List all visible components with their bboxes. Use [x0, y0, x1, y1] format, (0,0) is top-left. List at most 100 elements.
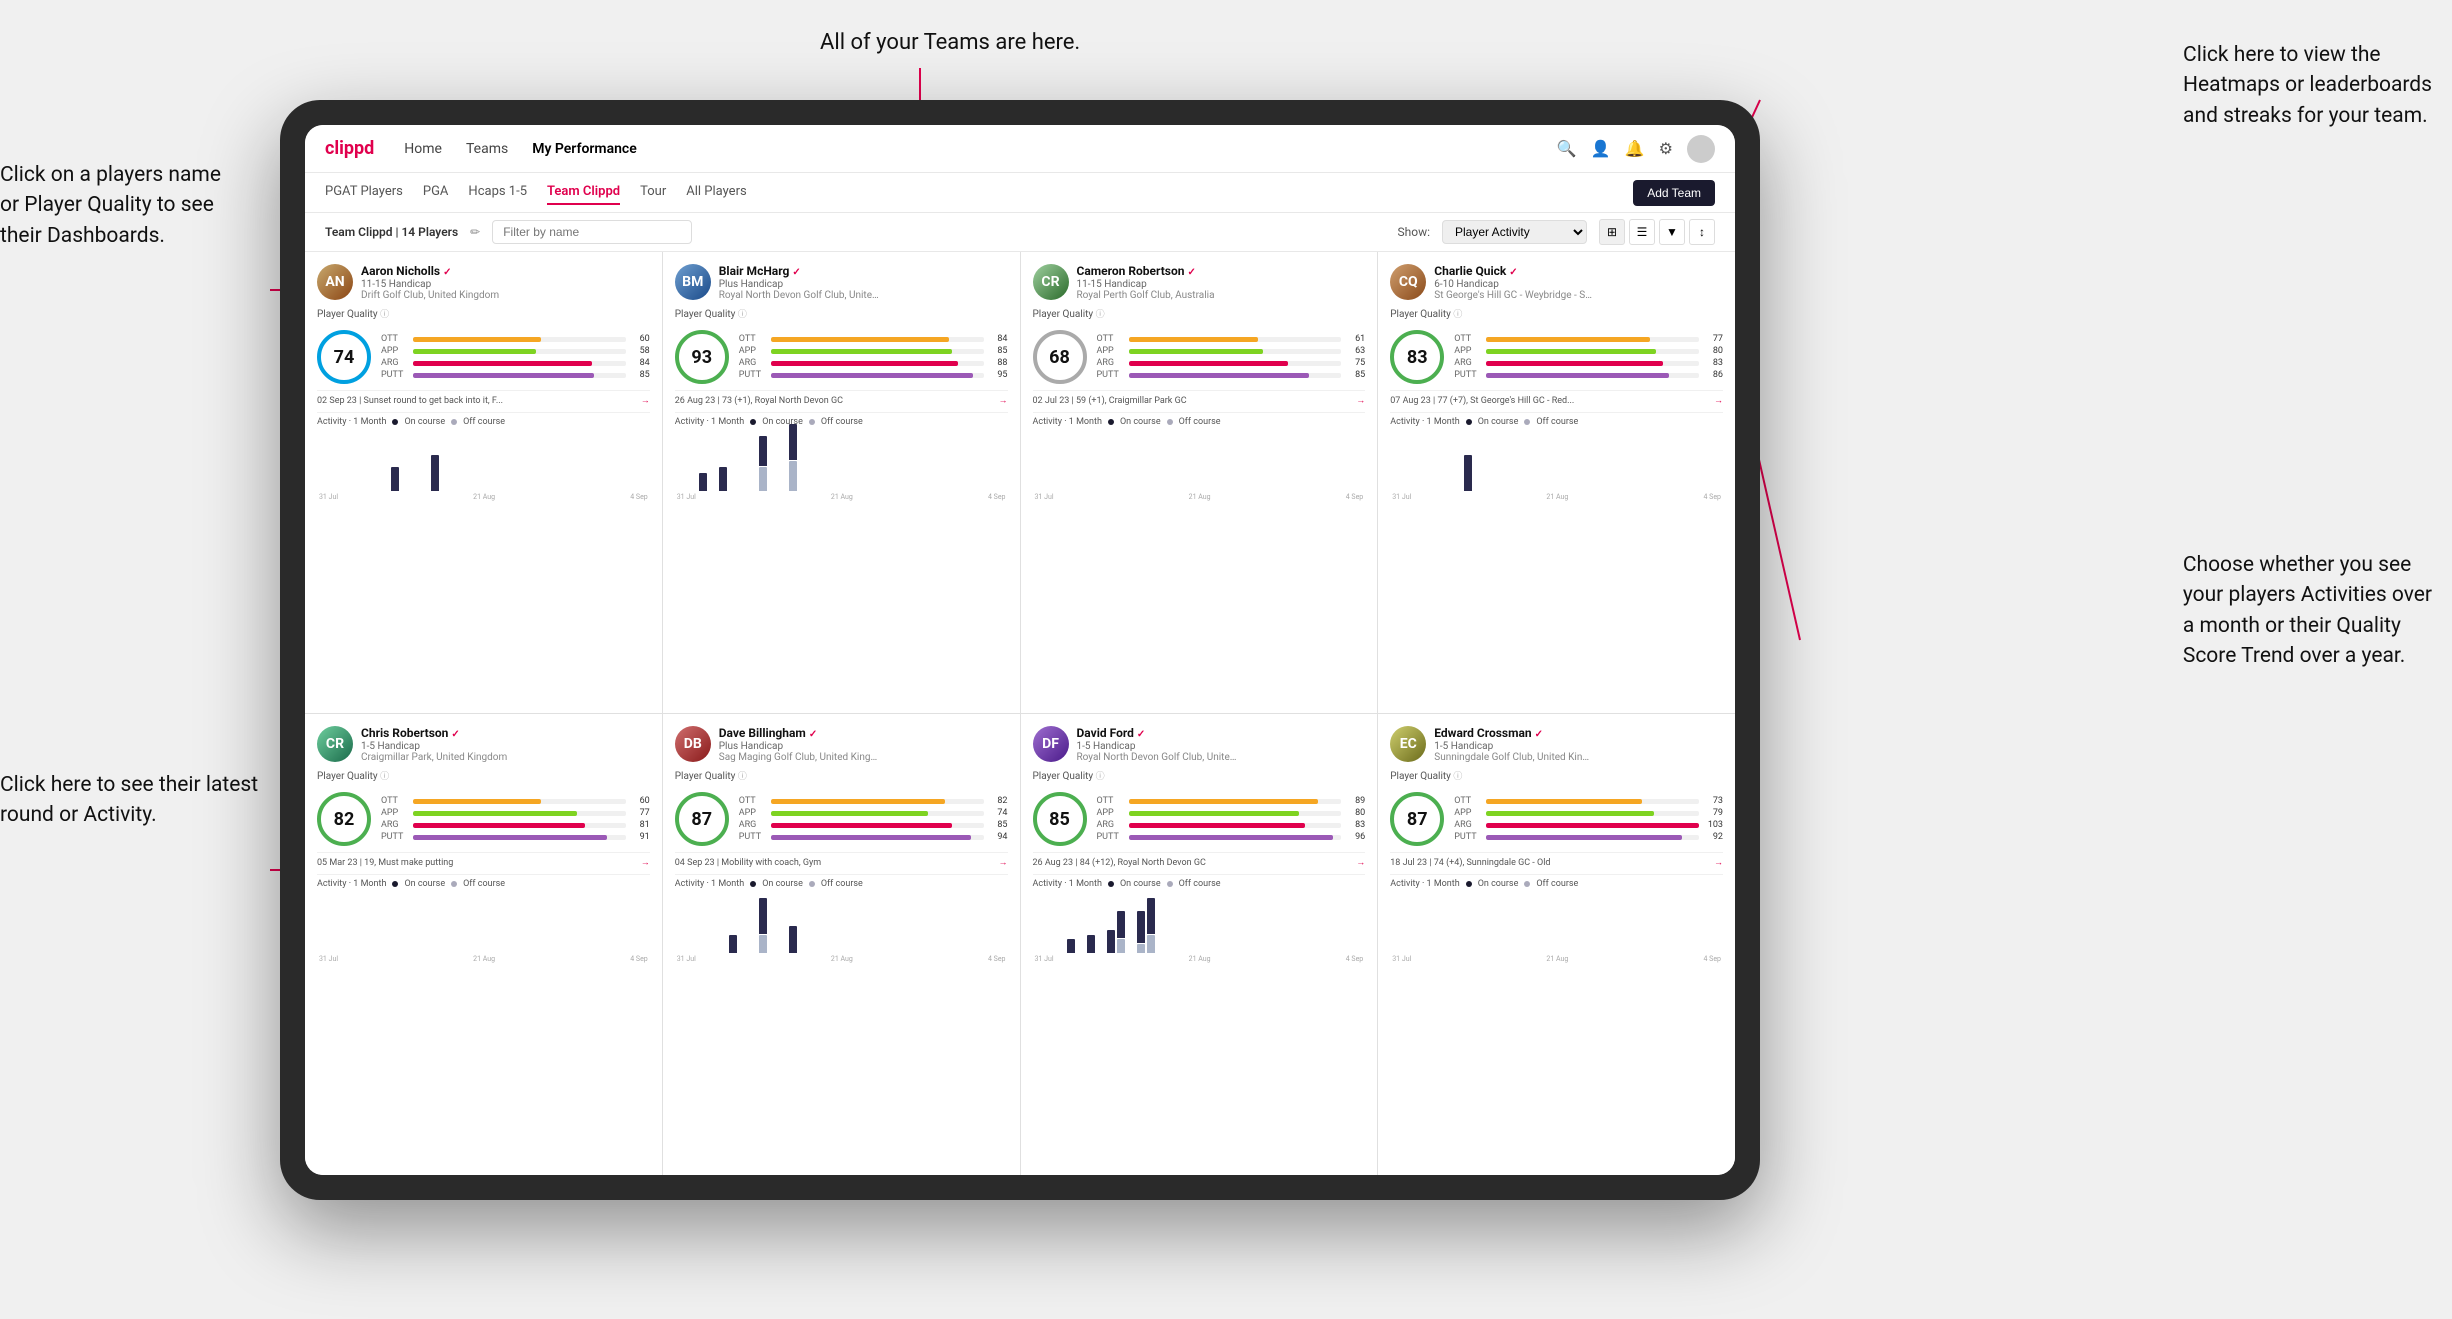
- stat-bar-app: [771, 811, 928, 816]
- last-round-text: 26 Aug 23 | 73 (+1), Royal North Devon G…: [675, 396, 843, 406]
- player-card[interactable]: CR Cameron Robertson ✓ 11-15 Handicap Ro…: [1021, 252, 1378, 713]
- oncourse-legend-dot: [750, 419, 756, 425]
- nav-link-myperformance[interactable]: My Performance: [532, 137, 637, 161]
- quality-score[interactable]: 87: [675, 792, 729, 846]
- stat-row-ott: OTT 61: [1097, 334, 1366, 344]
- oncourse-legend-label: On course: [1478, 417, 1519, 427]
- stat-label-app: APP: [1454, 346, 1482, 356]
- subnav-teamclippd[interactable]: Team Clippd: [547, 180, 620, 205]
- search-icon[interactable]: 🔍: [1557, 139, 1577, 158]
- subnav-hcaps[interactable]: Hcaps 1-5: [468, 180, 527, 205]
- x-label: 4 Sep: [1346, 493, 1363, 501]
- quality-score[interactable]: 87: [1390, 792, 1444, 846]
- stat-bar-putt: [771, 373, 973, 378]
- stat-label-arg: ARG: [1454, 820, 1482, 830]
- nav-link-teams[interactable]: Teams: [466, 137, 508, 161]
- player-card[interactable]: BM Blair McHarg ✓ Plus Handicap Royal No…: [663, 252, 1020, 713]
- player-name[interactable]: Blair McHarg ✓: [719, 264, 1008, 279]
- grid-view-icon[interactable]: ⊞: [1599, 219, 1625, 245]
- stats-grid: OTT 82 APP 74 ARG 85 PU: [739, 796, 1008, 842]
- last-round[interactable]: 26 Aug 23 | 73 (+1), Royal North Devon G…: [675, 390, 1008, 406]
- bar-oncourse: [1087, 935, 1095, 953]
- activity-title: Activity · 1 Month: [675, 879, 744, 889]
- last-round-arrow: →: [1714, 395, 1723, 406]
- bar-offcourse: [1147, 935, 1155, 953]
- activity-select[interactable]: Player Activity Quality Score Trend: [1442, 220, 1587, 244]
- stat-bar-container: [413, 811, 626, 816]
- player-info: Cameron Robertson ✓ 11-15 Handicap Royal…: [1077, 264, 1366, 301]
- last-round[interactable]: 02 Jul 23 | 59 (+1), Craigmillar Park GC…: [1033, 390, 1366, 406]
- quality-score[interactable]: 74: [317, 330, 371, 384]
- annotation-mid-right: Choose whether you see your players Acti…: [2183, 550, 2432, 672]
- stat-value-putt: 85: [1345, 370, 1365, 380]
- bar-offcourse: [759, 467, 767, 491]
- player-card[interactable]: EC Edward Crossman ✓ 1-5 Handicap Sunnin…: [1378, 714, 1735, 1175]
- player-name[interactable]: Chris Robertson ✓: [361, 726, 650, 741]
- stat-label-putt: PUTT: [739, 370, 767, 380]
- stat-label-putt: PUTT: [381, 832, 409, 842]
- subnav-tour[interactable]: Tour: [640, 180, 666, 205]
- chart-x-labels: 31 Jul21 Aug4 Sep: [317, 493, 650, 501]
- player-name[interactable]: Edward Crossman ✓: [1434, 726, 1723, 741]
- stat-value-app: 85: [988, 346, 1008, 356]
- sort-icon[interactable]: ↕: [1689, 219, 1715, 245]
- subnav-pgat[interactable]: PGAT Players: [325, 180, 403, 205]
- activity-legend: On course Off course: [1466, 879, 1579, 889]
- player-name[interactable]: Charlie Quick ✓: [1434, 264, 1723, 279]
- stat-row-arg: ARG 88: [739, 358, 1008, 368]
- stat-label-app: APP: [381, 346, 409, 356]
- player-card[interactable]: DB Dave Billingham ✓ Plus Handicap Sag M…: [663, 714, 1020, 1175]
- quality-score[interactable]: 93: [675, 330, 729, 384]
- stat-bar-container: [1129, 799, 1342, 804]
- bell-icon[interactable]: 🔔: [1625, 139, 1645, 158]
- player-card[interactable]: CR Chris Robertson ✓ 1-5 Handicap Craigm…: [305, 714, 662, 1175]
- player-card[interactable]: CQ Charlie Quick ✓ 6-10 Handicap St Geor…: [1378, 252, 1735, 713]
- activity-section: Activity · 1 Month On course Off course …: [1390, 874, 1723, 963]
- quality-label: Player Quality ⓘ: [317, 307, 650, 320]
- last-round[interactable]: 26 Aug 23 | 84 (+12), Royal North Devon …: [1033, 852, 1366, 868]
- user-icon[interactable]: 👤: [1591, 139, 1611, 158]
- subnav-allplayers[interactable]: All Players: [686, 180, 746, 205]
- last-round[interactable]: 02 Sep 23 | Sunset round to get back int…: [317, 390, 650, 406]
- player-handicap: Plus Handicap: [719, 279, 1008, 290]
- stat-row-ott: OTT 84: [739, 334, 1008, 344]
- user-avatar[interactable]: [1687, 135, 1715, 163]
- last-round[interactable]: 04 Sep 23 | Mobility with coach, Gym →: [675, 852, 1008, 868]
- stat-value-putt: 94: [988, 832, 1008, 842]
- quality-score[interactable]: 68: [1033, 330, 1087, 384]
- bar-offcourse: [1117, 939, 1125, 953]
- nav-link-home[interactable]: Home: [404, 137, 442, 161]
- subnav-pga[interactable]: PGA: [423, 180, 449, 205]
- filter-icon[interactable]: ▼: [1659, 219, 1685, 245]
- bar-oncourse: [759, 898, 767, 934]
- edit-icon[interactable]: ✏: [470, 225, 480, 239]
- add-team-button[interactable]: Add Team: [1633, 180, 1715, 206]
- stat-value-app: 80: [1703, 346, 1723, 356]
- player-card[interactable]: AN Aaron Nicholls ✓ 11-15 Handicap Drift…: [305, 252, 662, 713]
- last-round[interactable]: 18 Jul 23 | 74 (+4), Sunningdale GC - Ol…: [1390, 852, 1723, 868]
- activity-header: Activity · 1 Month On course Off course: [1033, 879, 1366, 889]
- verified-badge: ✓: [1137, 729, 1145, 740]
- player-handicap: 1-5 Handicap: [361, 741, 650, 752]
- stat-bar-container: [771, 811, 984, 816]
- player-name[interactable]: David Ford ✓: [1077, 726, 1366, 741]
- quality-score[interactable]: 82: [317, 792, 371, 846]
- stat-bar-container: [1486, 835, 1699, 840]
- player-card[interactable]: DF David Ford ✓ 1-5 Handicap Royal North…: [1021, 714, 1378, 1175]
- bar-oncourse: [391, 467, 399, 491]
- quality-score[interactable]: 83: [1390, 330, 1444, 384]
- player-club: Drift Golf Club, United Kingdom: [361, 290, 521, 301]
- list-view-icon[interactable]: ☰: [1629, 219, 1655, 245]
- player-name[interactable]: Dave Billingham ✓: [719, 726, 1008, 741]
- player-name[interactable]: Aaron Nicholls ✓: [361, 264, 650, 279]
- bar-oncourse: [1137, 911, 1145, 943]
- last-round[interactable]: 07 Aug 23 | 77 (+7), St George's Hill GC…: [1390, 390, 1723, 406]
- bar-oncourse: [1067, 939, 1075, 953]
- settings-icon[interactable]: ⚙: [1659, 139, 1673, 158]
- search-input[interactable]: [492, 220, 692, 244]
- verified-badge: ✓: [792, 267, 800, 278]
- player-name[interactable]: Cameron Robertson ✓: [1077, 264, 1366, 279]
- last-round[interactable]: 05 Mar 23 | 19, Must make putting →: [317, 852, 650, 868]
- quality-score[interactable]: 85: [1033, 792, 1087, 846]
- player-avatar: BM: [675, 264, 711, 300]
